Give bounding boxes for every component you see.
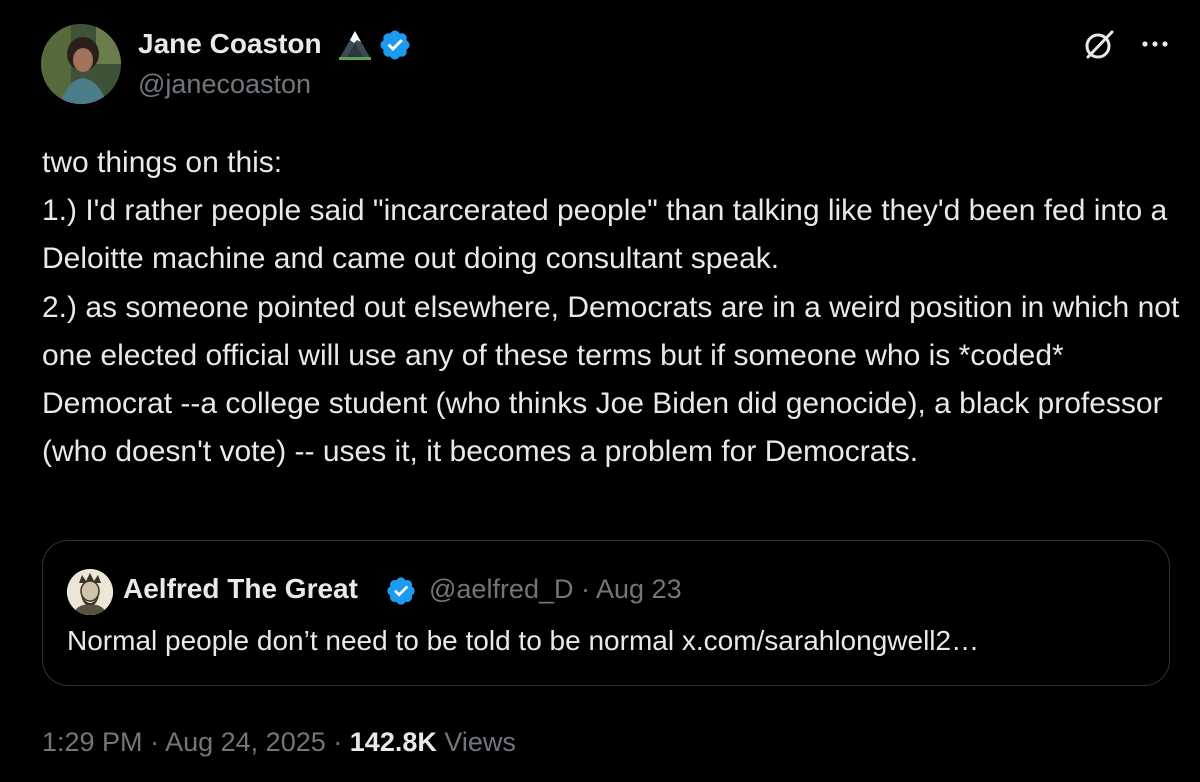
tweet-date[interactable]: Aug 24, 2025	[165, 727, 326, 757]
author-name[interactable]: Jane Coaston	[138, 27, 322, 61]
quote-text: Normal people don’t need to be told to b…	[67, 625, 980, 656]
footer-separator: ·	[333, 727, 343, 757]
quote-meta: @aelfred_D · Aug 23	[429, 571, 682, 607]
footer-separator: ·	[150, 727, 160, 757]
mountain-icon	[339, 31, 371, 60]
views-count[interactable]: 142.8K	[350, 727, 437, 757]
quote-date[interactable]: Aug 23	[596, 574, 682, 604]
tweet-time[interactable]: 1:29 PM	[42, 727, 143, 757]
quote-separator: ·	[581, 574, 590, 604]
author-handle[interactable]: @janecoaston	[138, 67, 311, 101]
tweet-footer: 1:29 PM · Aug 24, 2025 · 142.8K Views	[42, 722, 516, 762]
quote-author-avatar[interactable]	[67, 569, 113, 615]
quote-author-handle[interactable]: @aelfred_D	[429, 574, 573, 604]
quote-tweet-card[interactable]: Aelfred The Great @aelfred_D · Aug 23 No…	[42, 540, 1170, 686]
verified-icon	[380, 30, 410, 60]
quote-verified-icon	[387, 577, 415, 605]
author-avatar[interactable]	[41, 24, 121, 104]
quote-author-name[interactable]: Aelfred The Great	[123, 571, 358, 607]
views-label: Views	[444, 727, 516, 757]
more-icon[interactable]	[1140, 34, 1170, 54]
tweet: Jane Coaston @janecoaston two things on …	[0, 0, 1200, 782]
tweet-text: two things on this: 1.) I'd rather peopl…	[42, 146, 1180, 469]
grok-icon[interactable]	[1082, 28, 1116, 62]
